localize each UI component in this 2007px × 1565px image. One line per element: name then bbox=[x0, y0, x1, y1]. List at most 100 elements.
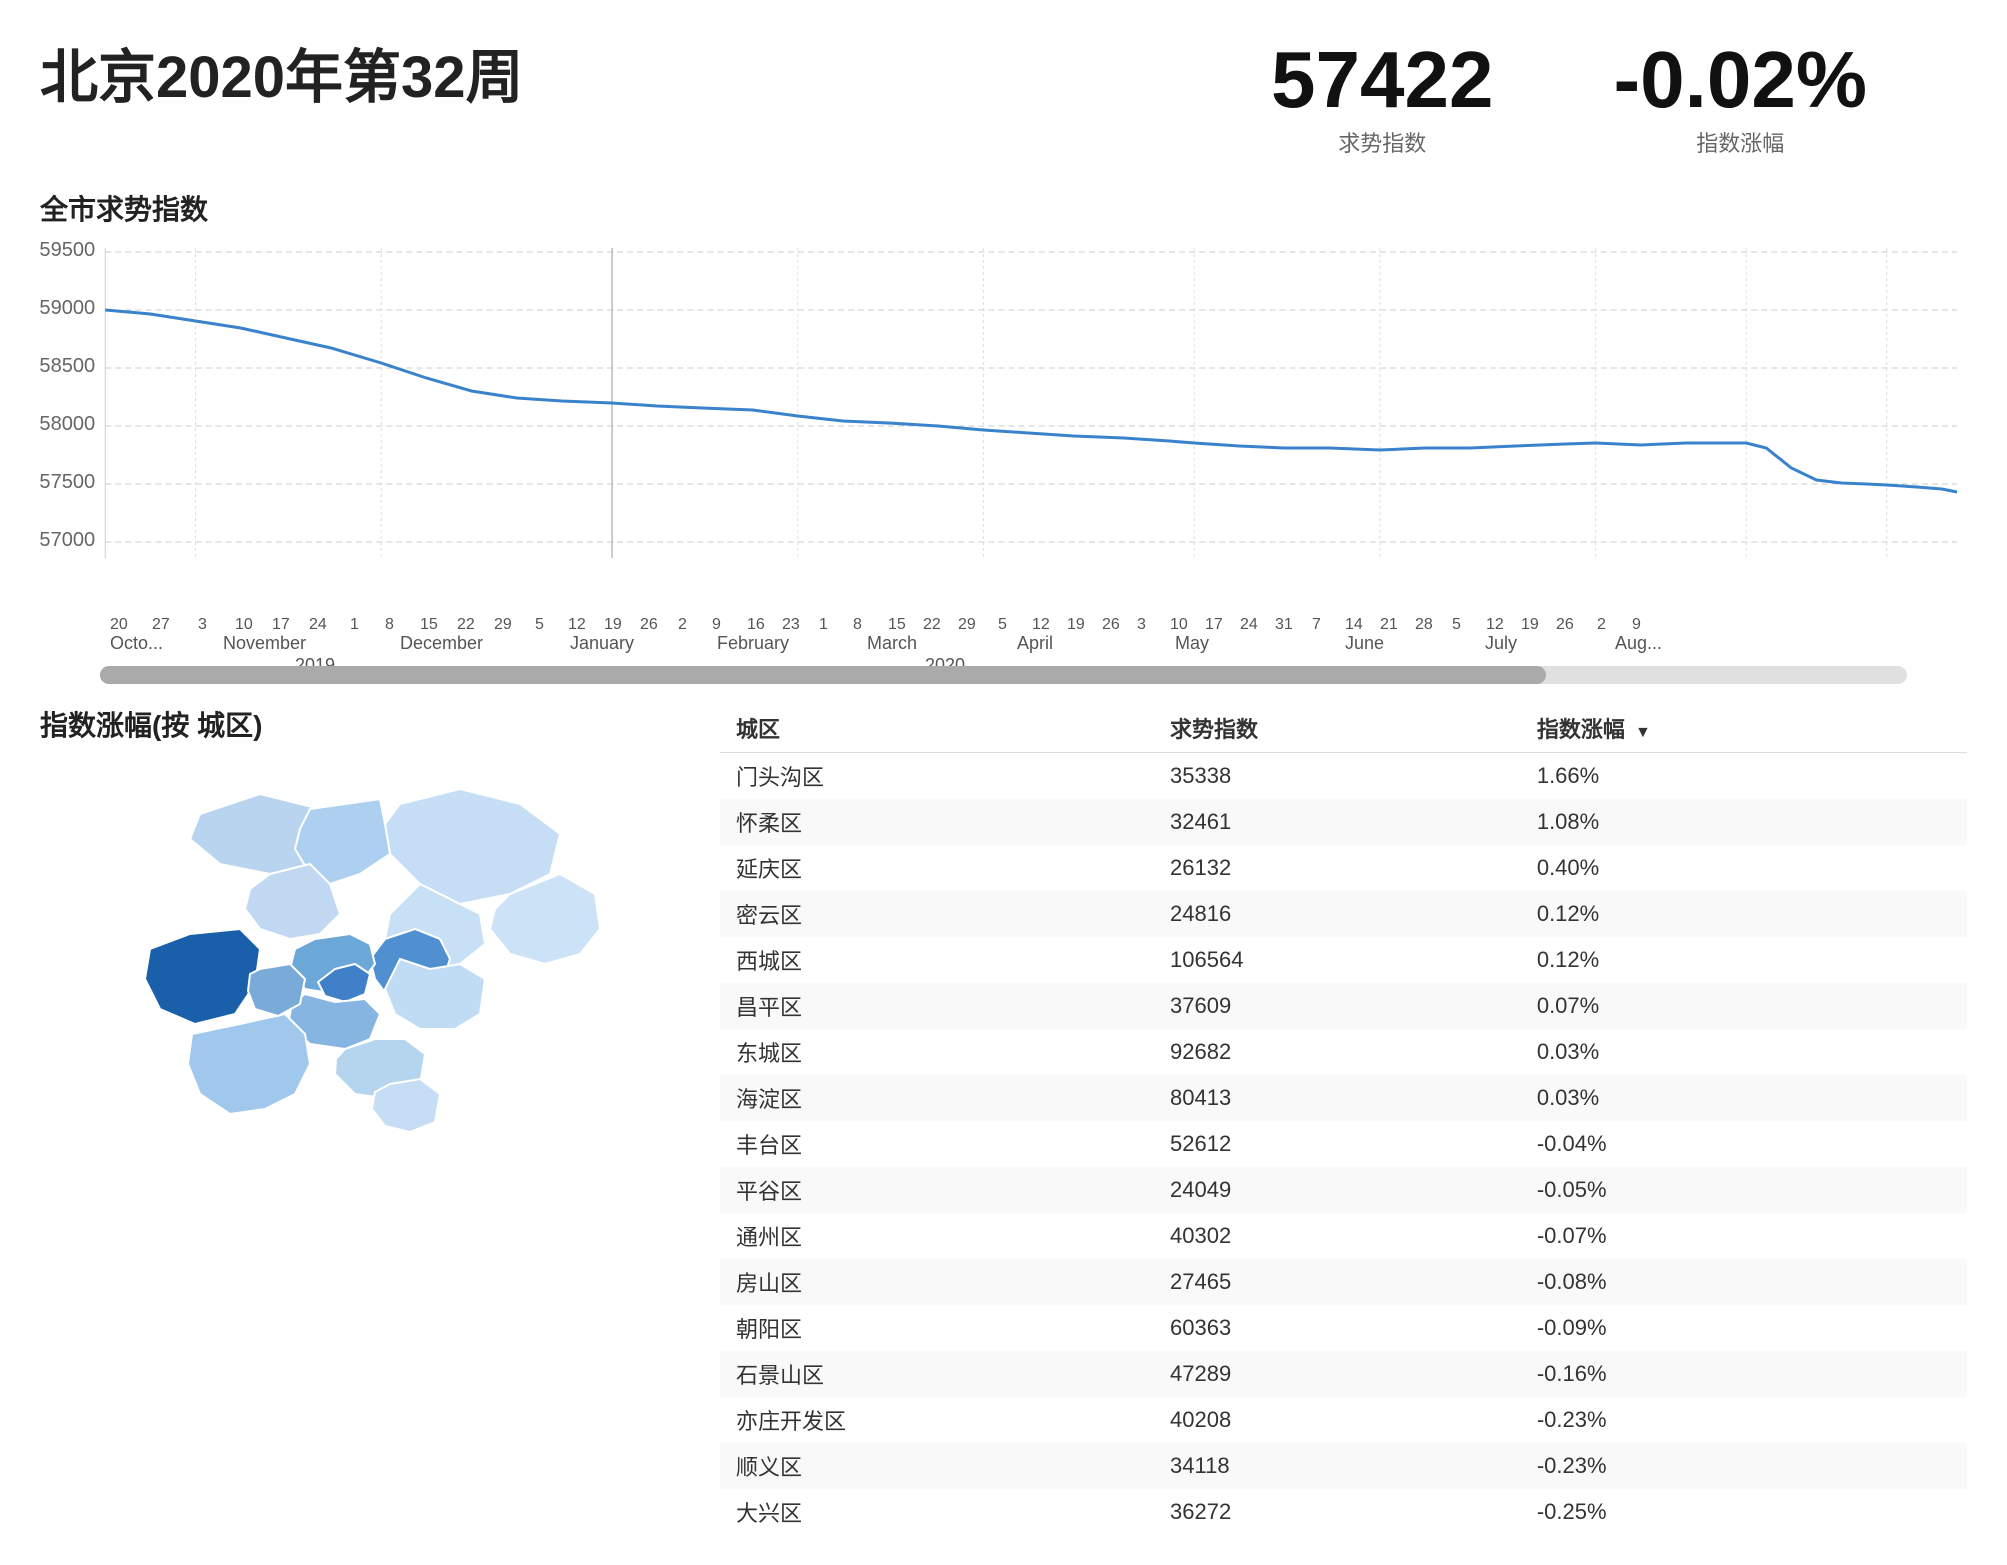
svg-text:59500: 59500 bbox=[40, 239, 95, 261]
chart-scrollbar[interactable] bbox=[100, 666, 1907, 684]
district-name: 延庆区 bbox=[720, 845, 1154, 891]
district-index: 24049 bbox=[1154, 1167, 1521, 1213]
district-name: 通州区 bbox=[720, 1213, 1154, 1259]
svg-text:June: June bbox=[1345, 633, 1384, 653]
svg-text:58500: 58500 bbox=[40, 355, 95, 377]
col-change: 指数涨幅 ▼ bbox=[1521, 704, 1967, 753]
demand-index-label: 求势指数 bbox=[1271, 126, 1493, 158]
district-change: 0.03% bbox=[1521, 1029, 1967, 1075]
svg-text:59000: 59000 bbox=[40, 297, 95, 319]
table-row: 怀柔区324611.08% bbox=[720, 799, 1967, 845]
district-change: -0.09% bbox=[1521, 1305, 1967, 1351]
svg-text:Aug...: Aug... bbox=[1615, 633, 1662, 653]
district-change: 0.12% bbox=[1521, 891, 1967, 937]
col-district: 城区 bbox=[720, 704, 1154, 753]
index-change-block: -0.02% 指数涨幅 bbox=[1614, 40, 1867, 158]
svg-text:12: 12 bbox=[568, 616, 586, 633]
table-row: 大兴区36272-0.25% bbox=[720, 1489, 1967, 1535]
district-table: 城区 求势指数 指数涨幅 ▼ 门头沟区353381.66%怀柔区324611.0… bbox=[720, 704, 1967, 1535]
table-row: 房山区27465-0.08% bbox=[720, 1259, 1967, 1305]
district-change: -0.16% bbox=[1521, 1351, 1967, 1397]
svg-text:3: 3 bbox=[1137, 616, 1146, 633]
bottom-section: 指数涨幅(按 城区) bbox=[40, 704, 1967, 1535]
svg-text:17: 17 bbox=[272, 616, 290, 633]
district-index: 106564 bbox=[1154, 937, 1521, 983]
scrollbar-thumb[interactable] bbox=[100, 666, 1546, 684]
svg-text:29: 29 bbox=[958, 616, 976, 633]
district-name: 海淀区 bbox=[720, 1075, 1154, 1121]
district-name: 大兴区 bbox=[720, 1489, 1154, 1535]
district-name: 房山区 bbox=[720, 1259, 1154, 1305]
svg-text:16: 16 bbox=[747, 616, 765, 633]
district-index: 40208 bbox=[1154, 1397, 1521, 1443]
district-index: 35338 bbox=[1154, 753, 1521, 800]
svg-text:2: 2 bbox=[678, 616, 687, 633]
table-row: 密云区248160.12% bbox=[720, 891, 1967, 937]
beijing-map bbox=[40, 754, 680, 1374]
svg-text:57500: 57500 bbox=[40, 471, 95, 493]
district-index: 80413 bbox=[1154, 1075, 1521, 1121]
svg-text:8: 8 bbox=[385, 616, 394, 633]
svg-text:2: 2 bbox=[1597, 616, 1606, 633]
line-chart: 59500 59000 58500 58000 57500 57000 bbox=[40, 238, 1967, 618]
district-name: 东城区 bbox=[720, 1029, 1154, 1075]
svg-text:February: February bbox=[717, 633, 789, 653]
svg-text:15: 15 bbox=[888, 616, 906, 633]
district-index: 27465 bbox=[1154, 1259, 1521, 1305]
svg-text:8: 8 bbox=[853, 616, 862, 633]
svg-text:28: 28 bbox=[1415, 616, 1433, 633]
index-change-label: 指数涨幅 bbox=[1614, 126, 1867, 158]
chart-title: 全市求势指数 bbox=[40, 188, 1967, 228]
svg-text:10: 10 bbox=[1170, 616, 1188, 633]
district-index: 52612 bbox=[1154, 1121, 1521, 1167]
header-stats: 57422 求势指数 -0.02% 指数涨幅 bbox=[1271, 30, 1867, 158]
district-name: 西城区 bbox=[720, 937, 1154, 983]
sort-icon[interactable]: ▼ bbox=[1635, 724, 1651, 742]
district-index: 32461 bbox=[1154, 799, 1521, 845]
svg-text:12: 12 bbox=[1032, 616, 1050, 633]
svg-text:19: 19 bbox=[1521, 616, 1539, 633]
table-row: 延庆区261320.40% bbox=[720, 845, 1967, 891]
district-index: 24816 bbox=[1154, 891, 1521, 937]
svg-text:20: 20 bbox=[110, 616, 128, 633]
district-change: -0.23% bbox=[1521, 1397, 1967, 1443]
svg-text:14: 14 bbox=[1345, 616, 1363, 633]
svg-text:April: April bbox=[1017, 633, 1053, 653]
chart-section: 全市求势指数 59500 59000 58500 58000 57500 570… bbox=[40, 188, 1967, 684]
page-title: 北京2020年第32周 bbox=[40, 30, 1271, 114]
index-change-value: -0.02% bbox=[1614, 40, 1867, 120]
district-name: 密云区 bbox=[720, 891, 1154, 937]
svg-text:March: March bbox=[867, 633, 917, 653]
svg-text:1: 1 bbox=[819, 616, 828, 633]
svg-text:15: 15 bbox=[420, 616, 438, 633]
table-row: 平谷区24049-0.05% bbox=[720, 1167, 1967, 1213]
district-change: 0.03% bbox=[1521, 1075, 1967, 1121]
svg-text:9: 9 bbox=[712, 616, 721, 633]
district-name: 朝阳区 bbox=[720, 1305, 1154, 1351]
header: 北京2020年第32周 57422 求势指数 -0.02% 指数涨幅 bbox=[40, 30, 1967, 158]
svg-text:22: 22 bbox=[923, 616, 941, 633]
table-row: 通州区40302-0.07% bbox=[720, 1213, 1967, 1259]
svg-text:5: 5 bbox=[1452, 616, 1461, 633]
svg-text:Octo...: Octo... bbox=[110, 633, 163, 653]
district-change: 0.40% bbox=[1521, 845, 1967, 891]
svg-text:27: 27 bbox=[152, 616, 170, 633]
svg-text:1: 1 bbox=[350, 616, 359, 633]
svg-text:12: 12 bbox=[1486, 616, 1504, 633]
svg-text:5: 5 bbox=[535, 616, 544, 633]
table-row: 丰台区52612-0.04% bbox=[720, 1121, 1967, 1167]
district-name: 顺义区 bbox=[720, 1443, 1154, 1489]
svg-text:24: 24 bbox=[1240, 616, 1258, 633]
bottom-section-title: 指数涨幅(按 城区) bbox=[40, 704, 680, 744]
svg-text:29: 29 bbox=[494, 616, 512, 633]
district-change: -0.25% bbox=[1521, 1489, 1967, 1535]
table-row: 亦庄开发区40208-0.23% bbox=[720, 1397, 1967, 1443]
svg-text:58000: 58000 bbox=[40, 413, 95, 435]
district-index: 40302 bbox=[1154, 1213, 1521, 1259]
table-row: 朝阳区60363-0.09% bbox=[720, 1305, 1967, 1351]
svg-text:7: 7 bbox=[1312, 616, 1321, 633]
svg-text:57000: 57000 bbox=[40, 529, 95, 551]
demand-index-value: 57422 bbox=[1271, 40, 1493, 120]
svg-text:22: 22 bbox=[457, 616, 475, 633]
district-index: 37609 bbox=[1154, 983, 1521, 1029]
